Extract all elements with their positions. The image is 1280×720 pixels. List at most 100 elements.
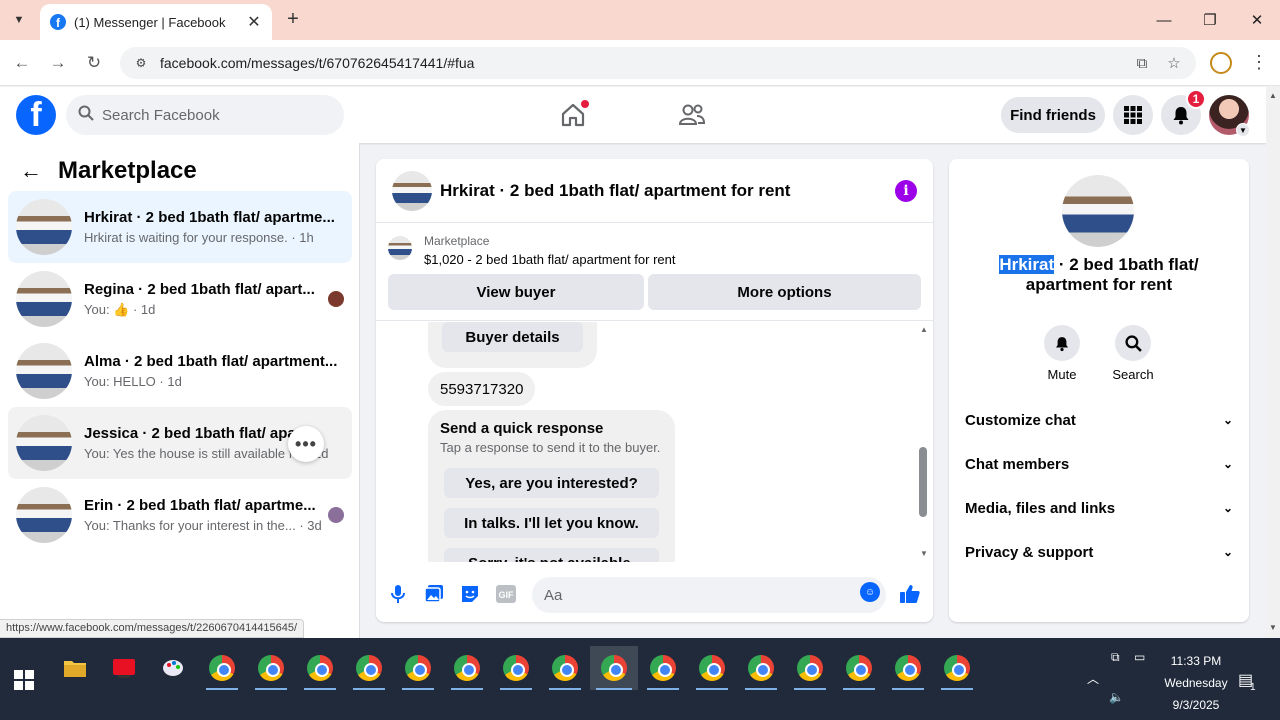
buyer-details-button[interactable]: Buyer details (442, 322, 583, 352)
marketplace-conversation-list: ← Marketplace Hrkirat · 2 bed 1bath flat… (0, 143, 360, 638)
quick-response-in-talks[interactable]: In talks. I'll let you know. (444, 508, 659, 538)
emoji-icon[interactable]: ☺ (860, 582, 880, 602)
listing-photo[interactable] (1062, 175, 1134, 247)
chrome-icon[interactable] (739, 646, 783, 690)
like-thumbs-up-icon[interactable] (898, 582, 922, 606)
close-window-icon[interactable]: ✕ (1234, 0, 1280, 40)
quick-response-not-available[interactable]: Sorry, it's not available. (444, 548, 659, 562)
chrome-icon[interactable] (886, 646, 930, 690)
listing-thumbnail[interactable] (392, 170, 432, 211)
account-chevron-down-icon[interactable]: ▼ (1236, 123, 1250, 137)
conversation-item-regina[interactable]: Regina · 2 bed 1bath flat/ apart... You:… (8, 263, 352, 335)
message-input[interactable]: Aa (532, 577, 886, 613)
chrome-icon[interactable] (543, 646, 587, 690)
conversation-more-options-icon[interactable]: ••• (288, 426, 324, 462)
reload-icon[interactable]: ↻ (82, 51, 106, 75)
conversation-info-icon[interactable]: i (895, 179, 917, 202)
file-explorer-icon[interactable] (53, 646, 97, 690)
windows-start-icon[interactable] (14, 670, 34, 690)
back-arrow-icon[interactable]: ← (10, 51, 34, 75)
scroll-up-arrow-icon[interactable]: ▲ (920, 325, 928, 334)
quick-response-title: Send a quick response (440, 420, 604, 437)
search-in-conversation-button[interactable]: Search (1103, 325, 1163, 382)
chrome-icon-active[interactable] (590, 646, 638, 690)
facebook-logo-icon[interactable]: f (16, 95, 56, 135)
conversation-item-hrkirat[interactable]: Hrkirat · 2 bed 1bath flat/ apartme... H… (8, 191, 352, 263)
chevron-down-icon: ⌄ (1222, 501, 1233, 515)
privacy-support-section[interactable]: Privacy & support ⌄ (949, 530, 1249, 574)
bookmark-star-icon[interactable]: ☆ (1162, 54, 1186, 72)
chrome-icon[interactable] (298, 646, 342, 690)
thread-scrollbar[interactable] (916, 324, 930, 562)
network-icon[interactable]: ▭ (1134, 650, 1145, 664)
browser-menu-icon[interactable]: ⋮ (1250, 52, 1268, 73)
tab-search-chevron-icon[interactable]: ▼ (8, 9, 30, 31)
marketplace-heading: Marketplace (58, 157, 197, 184)
menu-grid-icon[interactable] (1113, 95, 1153, 135)
forward-arrow-icon[interactable]: → (46, 51, 70, 75)
chrome-icon[interactable] (935, 646, 979, 690)
mute-button[interactable]: Mute (1032, 325, 1092, 382)
restore-icon[interactable]: ❐ (1187, 0, 1233, 40)
conversation-item-alma[interactable]: Alma · 2 bed 1bath flat/ apartment... Yo… (8, 335, 352, 407)
sticker-icon[interactable] (458, 582, 482, 606)
url-text[interactable]: facebook.com/messages/t/670762645417441/… (160, 55, 1122, 71)
close-tab-icon[interactable]: ✕ (246, 12, 262, 32)
site-info-icon[interactable]: ⚙ (130, 52, 152, 74)
microphone-icon[interactable] (386, 582, 410, 606)
device-icon[interactable]: ⧉ (1111, 650, 1120, 665)
paint-app-icon[interactable] (151, 646, 195, 690)
friends-icon[interactable] (674, 97, 710, 133)
action-center-count: 1 (1250, 682, 1256, 693)
chrome-icon[interactable] (200, 646, 244, 690)
scroll-up-arrow-icon[interactable]: ▲ (1269, 91, 1277, 100)
facebook-favicon-icon: f (50, 14, 66, 30)
address-bar[interactable]: ⚙ facebook.com/messages/t/67076264541744… (120, 47, 1196, 79)
volume-icon[interactable]: 🔈 (1109, 690, 1124, 704)
search-facebook-input[interactable]: Search Facebook (66, 95, 344, 135)
minimize-icon[interactable]: — (1141, 0, 1187, 40)
chrome-icon[interactable] (249, 646, 293, 690)
find-friends-button[interactable]: Find friends (1001, 97, 1105, 133)
chrome-icon[interactable] (347, 646, 391, 690)
chat-members-section[interactable]: Chat members ⌄ (949, 442, 1249, 486)
marketplace-label: Marketplace (424, 234, 490, 248)
chrome-icon[interactable] (837, 646, 881, 690)
section-label: Customize chat (965, 411, 1076, 429)
gif-icon[interactable]: GIF (494, 582, 518, 606)
customize-chat-section[interactable]: Customize chat ⌄ (949, 398, 1249, 442)
thread-scroll-thumb[interactable] (919, 447, 927, 517)
listing-thumbnail (16, 271, 72, 327)
chrome-icon[interactable] (788, 646, 832, 690)
install-app-icon[interactable]: ⧉ (1130, 55, 1154, 72)
chrome-icon[interactable] (494, 646, 538, 690)
page-scrollbar[interactable]: ▲ ▼ (1266, 87, 1280, 638)
tab-title: (1) Messenger | Facebook (74, 14, 226, 30)
conversation-snippet: You: Thanks for your interest in the... … (84, 518, 322, 533)
scroll-down-arrow-icon[interactable]: ▼ (920, 549, 928, 558)
section-label: Privacy & support (965, 543, 1094, 561)
search-placeholder: Search Facebook (102, 106, 220, 124)
view-buyer-button[interactable]: View buyer (388, 274, 644, 310)
quick-response-interested[interactable]: Yes, are you interested? (444, 468, 659, 498)
conversation-item-erin[interactable]: Erin · 2 bed 1bath flat/ apartme... You:… (8, 479, 352, 551)
quick-response-subtitle: Tap a response to send it to the buyer. (440, 440, 661, 455)
listing-price[interactable]: $1,020 - 2 bed 1bath flat/ apartment for… (424, 252, 676, 267)
browser-tab-messenger[interactable]: f (1) Messenger | Facebook ✕ (40, 4, 272, 40)
photo-gallery-icon[interactable] (422, 582, 446, 606)
chrome-icon[interactable] (641, 646, 685, 690)
chrome-icon[interactable] (445, 646, 489, 690)
new-tab-plus-icon[interactable]: + (282, 8, 304, 30)
system-clock[interactable]: 11:33 PM Wednesday 9/3/2025 (1156, 650, 1236, 716)
chat-title[interactable]: Hrkirat · 2 bed 1bath flat/ apartment fo… (440, 181, 895, 201)
more-options-button[interactable]: More options (648, 274, 921, 310)
conversation-name: Alma · 2 bed 1bath flat/ apartment... (84, 353, 338, 370)
back-arrow-icon[interactable]: ← (20, 158, 42, 184)
browser-profile-icon[interactable] (1210, 52, 1232, 74)
media-files-links-section[interactable]: Media, files and links ⌄ (949, 486, 1249, 530)
chrome-icon[interactable] (690, 646, 734, 690)
chrome-icon[interactable] (396, 646, 440, 690)
media-app-icon[interactable] (102, 646, 146, 690)
scroll-down-arrow-icon[interactable]: ▼ (1269, 623, 1277, 632)
show-hidden-icons-chevron-icon[interactable]: ︿ (1087, 670, 1099, 687)
